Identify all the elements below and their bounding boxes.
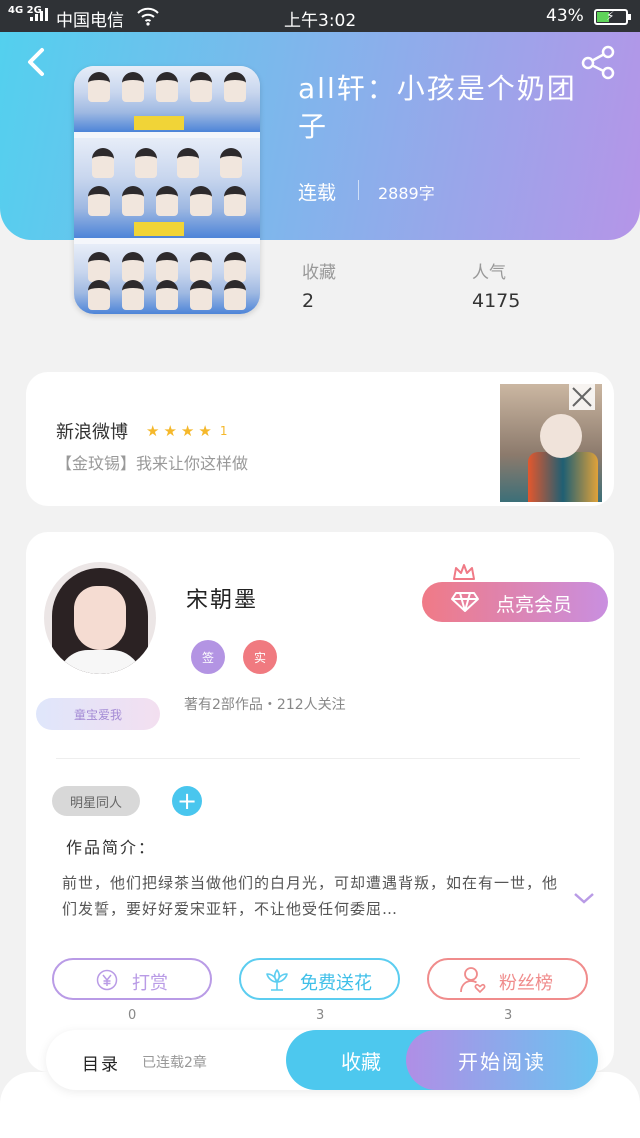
start-reading-label: 开始阅读 bbox=[458, 1049, 546, 1074]
flower-count: 3 bbox=[316, 1008, 325, 1023]
table-of-contents-link[interactable]: 目录 bbox=[82, 1050, 120, 1075]
fan-rank-button[interactable]: 粉丝榜 bbox=[427, 958, 588, 1000]
wifi-icon bbox=[137, 7, 159, 26]
add-tag-button[interactable]: + bbox=[172, 786, 202, 816]
fan-tag: 童宝爱我 bbox=[36, 698, 160, 730]
popularity-label: 人气 bbox=[472, 263, 506, 283]
carrier-name: 中国电信 bbox=[56, 11, 124, 31]
serial-status: 连载 bbox=[298, 182, 337, 204]
yen-icon bbox=[96, 969, 118, 991]
favorites-count: 2 bbox=[302, 290, 315, 312]
flower-icon bbox=[266, 969, 288, 991]
book-title: all轩：小孩是个奶团子 bbox=[298, 72, 577, 143]
author-avatar[interactable] bbox=[44, 562, 156, 674]
word-count: 2889字 bbox=[378, 184, 435, 203]
star-icon: ★ bbox=[198, 422, 212, 440]
ad-rating: ★ ★ ★ ★ 1 bbox=[146, 422, 227, 440]
ad-app-name: 新浪微博 bbox=[56, 422, 128, 443]
genre-tag[interactable]: 明星同人 bbox=[52, 786, 140, 816]
divider bbox=[56, 758, 580, 759]
verified-badge: 实 bbox=[243, 640, 277, 674]
battery-percent: 43% bbox=[546, 6, 584, 26]
fan-rank-button-label: 粉丝榜 bbox=[499, 973, 553, 994]
vip-button-label: 点亮会员 bbox=[496, 594, 573, 616]
author-name[interactable]: 宋朝墨 bbox=[186, 582, 258, 614]
star-icon: ★ bbox=[163, 422, 177, 440]
book-cover-image[interactable] bbox=[74, 66, 260, 314]
author-works-info: 著有2部作品・212人关注 bbox=[184, 697, 346, 713]
tip-count: 0 bbox=[128, 1008, 137, 1023]
send-flower-button[interactable]: 免费送花 bbox=[239, 958, 400, 1000]
chapter-count[interactable]: 已连载2章 bbox=[142, 1052, 207, 1072]
vip-button[interactable]: 点亮会员 bbox=[422, 582, 608, 622]
rating-value: 1 bbox=[219, 424, 228, 438]
intro-text: 前世，他们把绿茶当做他们的白月光，可却遭遇背叛，如在有一世，他们发誓，要好好爱宋… bbox=[62, 874, 559, 918]
tip-button[interactable]: 打赏 bbox=[52, 958, 212, 1000]
status-bar: 4G 2G 中国电信 上午3:02 43% ⚡ bbox=[0, 0, 640, 32]
chevron-down-icon[interactable] bbox=[572, 890, 596, 906]
add-to-favorites-label: 收藏 bbox=[341, 1049, 381, 1074]
signal-icon bbox=[30, 8, 48, 21]
battery-icon: ⚡ bbox=[594, 9, 631, 25]
fan-count: 3 bbox=[504, 1008, 513, 1023]
start-reading-button[interactable]: 开始阅读 bbox=[406, 1030, 598, 1090]
back-arrow-icon[interactable] bbox=[22, 44, 52, 80]
popularity-count: 4175 bbox=[472, 290, 521, 312]
favorites-label: 收藏 bbox=[302, 263, 336, 283]
signed-badge: 签 bbox=[191, 640, 225, 674]
divider bbox=[358, 180, 359, 200]
diamond-icon bbox=[451, 592, 479, 612]
ad-description: 【金玟锡】我来让你这样做 bbox=[56, 454, 249, 473]
star-icon: ★ bbox=[146, 422, 160, 440]
intro-heading: 作品简介： bbox=[66, 838, 157, 857]
star-icon: ★ bbox=[180, 422, 195, 440]
tip-button-label: 打赏 bbox=[132, 973, 168, 994]
user-heart-icon bbox=[460, 967, 486, 994]
close-icon[interactable] bbox=[569, 384, 595, 410]
ad-card[interactable]: 新浪微博 ★ ★ ★ ★ 1 【金玟锡】我来让你这样做 bbox=[26, 372, 614, 506]
clock: 上午3:02 bbox=[284, 11, 357, 31]
send-flower-button-label: 免费送花 bbox=[300, 973, 372, 994]
crown-icon bbox=[453, 564, 475, 580]
